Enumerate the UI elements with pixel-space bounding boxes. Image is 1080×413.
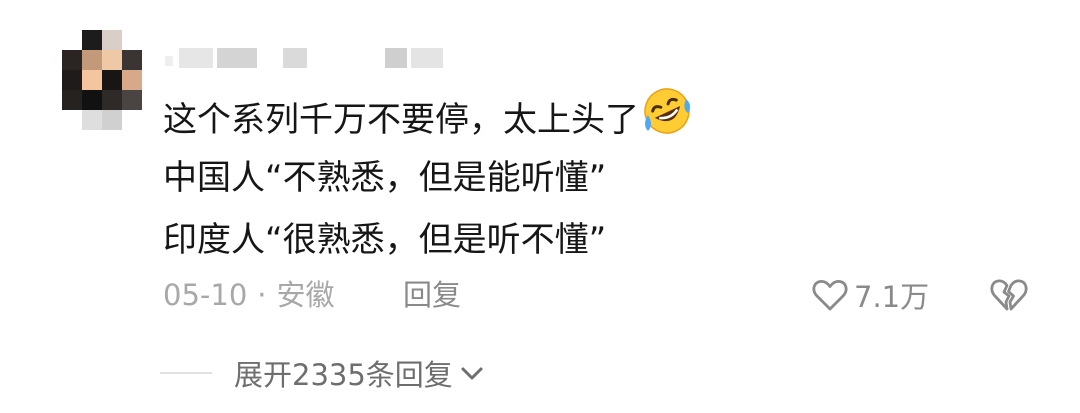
comment-body: 这个系列千万不要停，太上头了 中国人“不熟悉，但是能听懂” 印度人“很熟悉，但是… (163, 85, 693, 271)
reply-button[interactable]: 回复 (403, 273, 461, 317)
avatar[interactable] (62, 30, 162, 130)
like-button[interactable]: 7.1万 (812, 275, 929, 315)
meta-separator: · (257, 278, 267, 312)
broken-heart-icon (990, 279, 1028, 311)
like-count: 7.1万 (854, 280, 930, 314)
rolling-on-floor-laughing-emoji-icon (641, 85, 693, 157)
expand-replies-button[interactable]: 展开2335条回复 (160, 350, 485, 396)
comment-meta: 05-10 · 安徽 (163, 273, 335, 317)
expand-replies-label: 展开2335条回复 (234, 358, 453, 392)
heart-outline-icon (812, 279, 848, 311)
comment-date: 05-10 (163, 278, 248, 312)
username-redacted[interactable] (165, 48, 455, 68)
comment-line: 印度人“很熟悉，但是听不懂” (163, 220, 607, 260)
comment-location: 安徽 (276, 278, 335, 312)
comment-line: 中国人“不熟悉，但是能听懂” (163, 158, 607, 198)
chevron-down-icon (461, 367, 483, 380)
divider-line (160, 372, 212, 374)
dislike-button[interactable] (990, 277, 1028, 313)
comment-line: 这个系列千万不要停，太上头了 (163, 85, 693, 147)
